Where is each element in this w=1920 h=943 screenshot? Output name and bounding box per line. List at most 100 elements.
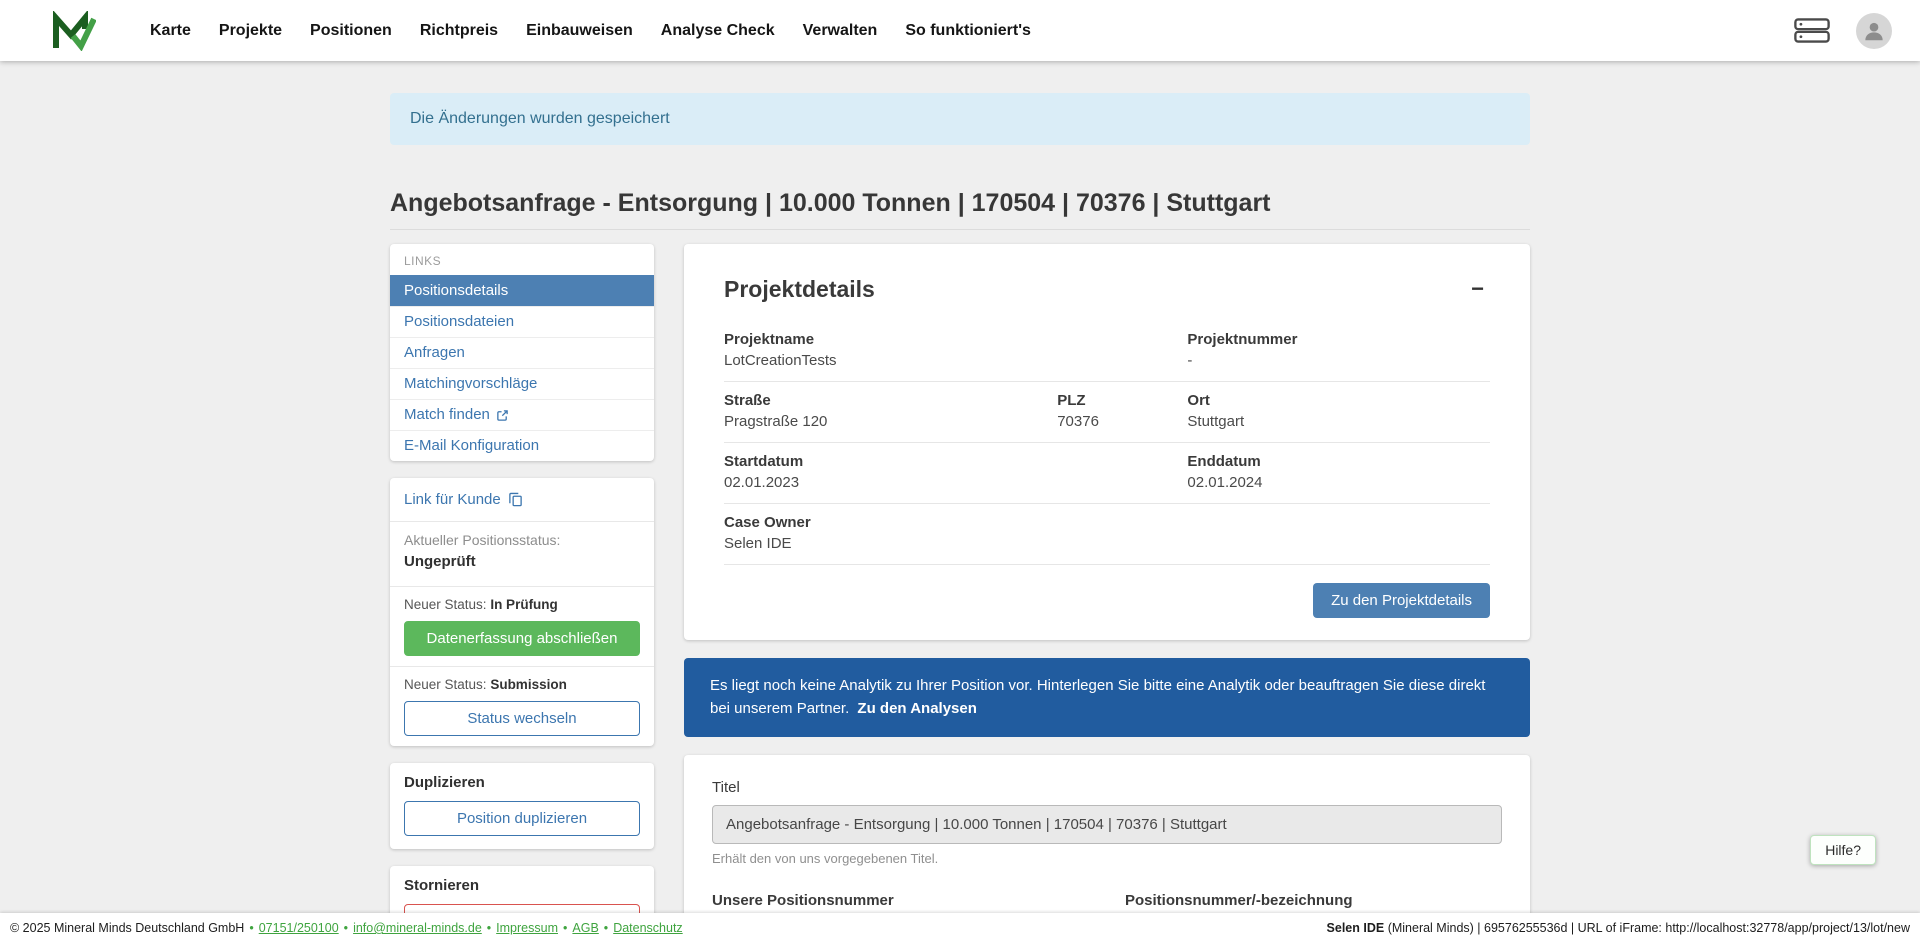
session-details: (Mineral Minds) | 69576255536d | URL of … (1384, 921, 1910, 935)
project-details-row: Case Owner Selen IDE (724, 504, 1490, 565)
separator: • (249, 921, 253, 935)
help-button[interactable]: Hilfe? (1810, 835, 1876, 865)
next-status-line: Neuer Status: In Prüfung (404, 597, 640, 612)
duplicate-button-wrap: Position duplizieren (390, 793, 654, 849)
next-status-value: Submission (490, 677, 567, 692)
nav-item-positionen[interactable]: Positionen (296, 12, 406, 50)
duplicate-card: Duplizieren Position duplizieren (390, 763, 654, 849)
field-ort: Ort Stuttgart (1187, 392, 1490, 430)
footer-agb-link[interactable]: AGB (572, 921, 598, 935)
field-value: 70376 (1057, 413, 1187, 430)
field-strasse: Straße Pragstraße 120 (724, 392, 1057, 430)
sidebar-item-matchingvorschlaege[interactable]: Matchingvorschläge (390, 368, 654, 399)
success-alert: Die Änderungen wurden gespeichert (390, 93, 1530, 145)
nav-item-projekte[interactable]: Projekte (205, 12, 296, 50)
field-projektnummer: Projektnummer - (1187, 331, 1490, 369)
footer-info: © 2025 Mineral Minds Deutschland GmbH • … (10, 921, 683, 935)
sidebar-item-label: Anfragen (404, 343, 465, 363)
go-to-project-details-button[interactable]: Zu den Projektdetails (1313, 583, 1490, 618)
user-avatar[interactable] (1856, 13, 1892, 49)
sidebar-item-label: Matchingvorschläge (404, 374, 537, 394)
success-alert-text: Die Änderungen wurden gespeichert (410, 110, 670, 127)
current-status-label: Aktueller Positionsstatus: (404, 532, 640, 548)
field-label: Enddatum (1187, 453, 1490, 470)
footer-email-link[interactable]: info@mineral-minds.de (353, 921, 482, 935)
mineral-minds-logo-icon (50, 11, 96, 51)
field-label: Straße (724, 392, 1057, 409)
top-navigation-bar: Karte Projekte Positionen Richtpreis Ein… (0, 0, 1920, 61)
project-details-title: Projektdetails (724, 276, 875, 303)
footer-phone-link[interactable]: 07151/250100 (259, 921, 339, 935)
separator: • (344, 921, 348, 935)
main-nav: Karte Projekte Positionen Richtpreis Ein… (136, 12, 1794, 50)
field-label: PLZ (1057, 392, 1187, 409)
cancel-title: Stornieren (390, 866, 654, 896)
next-status-line: Neuer Status: Submission (404, 677, 640, 692)
next-status-label: Neuer Status: (404, 677, 487, 692)
sidebar-item-label: Positionsdateien (404, 312, 514, 332)
sidebar: LINKS Positionsdetails Positionsdateien … (390, 244, 654, 943)
sidebar-item-label: Match finden (404, 405, 490, 425)
field-label: Projektname (724, 331, 1187, 348)
field-case-owner: Case Owner Selen IDE (724, 514, 1490, 552)
project-details-row: Straße Pragstraße 120 PLZ 70376 Ort Stut… (724, 382, 1490, 443)
field-plz: PLZ 70376 (1057, 392, 1187, 430)
session-user: Selen IDE (1327, 921, 1385, 935)
duplicate-title: Duplizieren (390, 763, 654, 793)
nav-item-richtpreis[interactable]: Richtpreis (406, 12, 512, 50)
field-value: LotCreationTests (724, 352, 1187, 369)
nav-item-analyse-check[interactable]: Analyse Check (647, 12, 789, 50)
main-column: Projektdetails − Projektname LotCreation… (684, 244, 1530, 943)
sidebar-links-card: LINKS Positionsdetails Positionsdateien … (390, 244, 654, 461)
nav-item-einbauweisen[interactable]: Einbauweisen (512, 12, 647, 50)
field-value: Pragstraße 120 (724, 413, 1057, 430)
server-icon[interactable] (1794, 18, 1830, 43)
customer-link-label: Link für Kunde (404, 491, 501, 508)
current-status-value: Ungeprüft (404, 553, 640, 576)
title-helper-text: Erhält den von uns vorgegebenen Titel. (712, 851, 1502, 866)
sidebar-section-label: LINKS (390, 244, 654, 275)
copyright-text: © 2025 Mineral Minds Deutschland GmbH (10, 921, 244, 935)
field-value: 02.01.2023 (724, 474, 1187, 491)
mineral-minds-logo[interactable] (50, 10, 98, 52)
next-status-value: In Prüfung (490, 597, 558, 612)
nav-item-karte[interactable]: Karte (136, 12, 205, 50)
nav-item-so-funktionierts[interactable]: So funktioniert's (891, 12, 1045, 50)
next-status-row-1: Neuer Status: In Prüfung Datenerfassung … (390, 587, 654, 667)
separator: • (487, 921, 491, 935)
collapse-minus-icon[interactable]: − (1465, 276, 1490, 302)
sidebar-item-email-konfiguration[interactable]: E-Mail Konfiguration (390, 430, 654, 461)
field-value: Stuttgart (1187, 413, 1490, 430)
field-value: - (1187, 352, 1490, 369)
field-label: Projektnummer (1187, 331, 1490, 348)
title-input (712, 805, 1502, 844)
project-details-row: Projektname LotCreationTests Projektnumm… (724, 321, 1490, 382)
footer-bar: © 2025 Mineral Minds Deutschland GmbH • … (0, 913, 1920, 943)
separator: • (563, 921, 567, 935)
analytics-banner-text: Es liegt noch keine Analytik zu Ihrer Po… (710, 677, 1485, 717)
nav-item-verwalten[interactable]: Verwalten (789, 12, 892, 50)
session-info: Selen IDE (Mineral Minds) | 69576255536d… (1327, 921, 1910, 935)
sidebar-item-label: E-Mail Konfiguration (404, 436, 539, 456)
status-panel-card: Link für Kunde Aktueller Positionsstatus… (390, 478, 654, 746)
sidebar-item-positionsdateien[interactable]: Positionsdateien (390, 306, 654, 337)
content-columns: LINKS Positionsdetails Positionsdateien … (390, 244, 1530, 943)
footer-impressum-link[interactable]: Impressum (496, 921, 558, 935)
complete-data-entry-button[interactable]: Datenerfassung abschließen (404, 621, 640, 656)
sidebar-item-match-finden[interactable]: Match finden (390, 399, 654, 430)
field-startdatum: Startdatum 02.01.2023 (724, 453, 1187, 491)
footer-datenschutz-link[interactable]: Datenschutz (613, 921, 682, 935)
sidebar-item-positionsdetails[interactable]: Positionsdetails (390, 275, 654, 306)
switch-status-button[interactable]: Status wechseln (404, 701, 640, 736)
page-title: Angebotsanfrage - Entsorgung | 10.000 To… (390, 189, 1530, 230)
project-details-row: Startdatum 02.01.2023 Enddatum 02.01.202… (724, 443, 1490, 504)
user-avatar-icon (1861, 18, 1887, 44)
field-label: Case Owner (724, 514, 1490, 531)
go-to-analyses-link[interactable]: Zu den Analysen (857, 700, 976, 717)
customer-link-row: Link für Kunde (390, 478, 654, 522)
field-enddatum: Enddatum 02.01.2024 (1187, 453, 1490, 491)
customer-link[interactable]: Link für Kunde (404, 488, 523, 511)
sidebar-item-anfragen[interactable]: Anfragen (390, 337, 654, 368)
server-icon-glyph (1794, 18, 1830, 43)
duplicate-position-button[interactable]: Position duplizieren (404, 801, 640, 836)
